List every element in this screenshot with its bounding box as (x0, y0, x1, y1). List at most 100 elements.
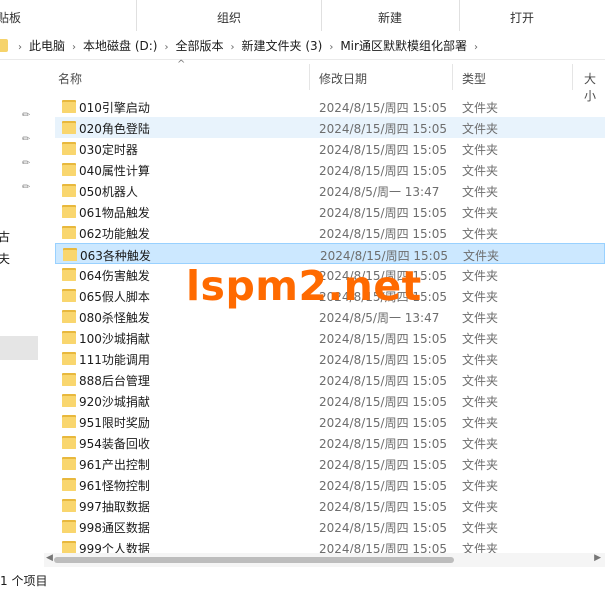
pin-icon[interactable]: ✏ (22, 110, 34, 122)
ribbon-divider (459, 0, 460, 31)
pin-icon[interactable]: ✏ (22, 158, 34, 170)
file-modified-date: 2024/8/15/周四 15:05 (319, 521, 447, 535)
file-name: 951限时奖励 (79, 416, 150, 430)
nav-item-label[interactable]: 古 (0, 228, 10, 245)
ribbon-group-new[interactable]: 新建 (378, 9, 402, 26)
folder-icon (62, 162, 76, 176)
file-modified-date: 2024/8/15/周四 15:05 (319, 416, 447, 430)
file-type: 文件夹 (463, 249, 500, 263)
chevron-right-icon[interactable]: › (329, 42, 333, 53)
column-header-name[interactable]: 名称 (58, 70, 82, 87)
file-row[interactable]: 920沙城捐献 2024/8/15/周四 15:05 文件夹 (55, 390, 605, 411)
file-name: 030定时器 (79, 143, 138, 157)
file-name: 888后台管理 (79, 374, 150, 388)
file-name: 020角色登陆 (79, 122, 150, 136)
file-modified-date: 2024/8/15/周四 15:05 (319, 374, 447, 388)
file-row[interactable]: 063各种触发 2024/8/15/周四 15:05 文件夹 (55, 243, 605, 264)
file-row[interactable]: 100沙城捐献 2024/8/15/周四 15:05 文件夹 (55, 327, 605, 348)
scroll-right-icon[interactable]: ▶ (594, 553, 601, 563)
file-name: 065假人脚本 (79, 290, 150, 304)
folder-icon (62, 498, 76, 512)
file-row[interactable]: 062功能触发 2024/8/15/周四 15:05 文件夹 (55, 222, 605, 243)
file-modified-date: 2024/8/15/周四 15:05 (319, 395, 447, 409)
file-name: 954装备回收 (79, 437, 150, 451)
breadcrumb-current-folder[interactable]: Mir通区默默模组化部署 (340, 37, 467, 54)
folder-icon (62, 120, 76, 134)
file-row[interactable]: 040属性计算 2024/8/15/周四 15:05 文件夹 (55, 159, 605, 180)
column-header-type[interactable]: 类型 (462, 70, 486, 87)
file-type: 文件夹 (462, 227, 499, 241)
file-row[interactable]: 030定时器 2024/8/15/周四 15:05 文件夹 (55, 138, 605, 159)
folder-icon (62, 309, 76, 323)
file-row[interactable]: 888后台管理 2024/8/15/周四 15:05 文件夹 (55, 369, 605, 390)
file-type: 文件夹 (462, 332, 499, 346)
file-name: 961怪物控制 (79, 479, 150, 493)
pin-icon[interactable]: ✏ (22, 182, 34, 194)
folder-icon (62, 414, 76, 428)
file-type: 文件夹 (462, 101, 499, 115)
file-row[interactable]: 951限时奖励 2024/8/15/周四 15:05 文件夹 (55, 411, 605, 432)
file-type: 文件夹 (462, 143, 499, 157)
file-modified-date: 2024/8/15/周四 15:05 (319, 353, 447, 367)
file-type: 文件夹 (462, 269, 499, 283)
chevron-right-icon[interactable]: › (231, 42, 235, 53)
column-header-modified[interactable]: 修改日期 (319, 70, 367, 87)
file-row[interactable]: 010引擎启动 2024/8/15/周四 15:05 文件夹 (55, 96, 605, 117)
folder-icon (62, 477, 76, 491)
file-row[interactable]: 961产出控制 2024/8/15/周四 15:05 文件夹 (55, 453, 605, 474)
file-modified-date: 2024/8/15/周四 15:05 (319, 458, 447, 472)
file-row[interactable]: 954装备回收 2024/8/15/周四 15:05 文件夹 (55, 432, 605, 453)
ribbon-group-clipboard[interactable]: 贴板 (0, 9, 21, 26)
breadcrumb: › 此电脑 › 本地磁盘 (D:) › 全部版本 › 新建文件夹 (3) › Mir通区默默模组化… (0, 37, 485, 54)
column-divider[interactable] (572, 64, 573, 90)
folder-icon (62, 267, 76, 281)
ribbon-group-organize[interactable]: 组织 (217, 9, 241, 26)
scroll-left-icon[interactable]: ◀ (46, 553, 53, 563)
breadcrumb-this-pc[interactable]: 此电脑 (29, 37, 65, 54)
file-type: 文件夹 (462, 353, 499, 367)
column-divider[interactable] (309, 64, 310, 90)
navigation-pane: ✏ ✏ ✏ ✏ 古 夫 (0, 60, 44, 570)
file-row[interactable]: 111功能调用 2024/8/15/周四 15:05 文件夹 (55, 348, 605, 369)
chevron-right-icon[interactable]: › (474, 42, 478, 53)
nav-item-label[interactable]: 夫 (0, 250, 10, 267)
file-modified-date: 2024/8/15/周四 15:05 (319, 143, 447, 157)
address-bar[interactable]: › 此电脑 › 本地磁盘 (D:) › 全部版本 › 新建文件夹 (3) › Mir通区默默模组化… (0, 31, 605, 60)
file-name: 920沙城捐献 (79, 395, 150, 409)
file-name: 064伤害触发 (79, 269, 150, 283)
chevron-right-icon[interactable]: › (164, 42, 168, 53)
chevron-right-icon[interactable]: › (18, 42, 22, 53)
breadcrumb-local-disk[interactable]: 本地磁盘 (D:) (83, 37, 157, 54)
file-row[interactable]: 961怪物控制 2024/8/15/周四 15:05 文件夹 (55, 474, 605, 495)
horizontal-scrollbar[interactable]: ◀ ▶ (44, 553, 605, 567)
file-type: 文件夹 (462, 521, 499, 535)
folder-icon (62, 225, 76, 239)
watermark: lspm2.net (186, 262, 422, 310)
file-name: 061物品触发 (79, 206, 150, 220)
file-row[interactable]: 998通区数据 2024/8/15/周四 15:05 文件夹 (55, 516, 605, 537)
file-type: 文件夹 (462, 185, 499, 199)
file-row[interactable]: 997抽取数据 2024/8/15/周四 15:05 文件夹 (55, 495, 605, 516)
file-row[interactable]: 050机器人 2024/8/5/周一 13:47 文件夹 (55, 180, 605, 201)
scrollbar-thumb[interactable] (54, 557, 454, 563)
breadcrumb-new-folder-3[interactable]: 新建文件夹 (3) (242, 37, 323, 54)
folder-icon (62, 141, 76, 155)
chevron-right-icon[interactable]: › (72, 42, 76, 53)
file-type: 文件夹 (462, 416, 499, 430)
file-name: 111功能调用 (79, 353, 150, 367)
file-name: 100沙城捐献 (79, 332, 150, 346)
breadcrumb-all-versions[interactable]: 全部版本 (175, 37, 223, 54)
pin-icon[interactable]: ✏ (22, 134, 34, 146)
ribbon-group-open[interactable]: 打开 (510, 9, 534, 26)
status-item-count: 1 个项目 (0, 574, 48, 588)
column-divider[interactable] (452, 64, 453, 90)
folder-icon (63, 247, 77, 261)
file-type: 文件夹 (462, 374, 499, 388)
file-row[interactable]: 061物品触发 2024/8/15/周四 15:05 文件夹 (55, 201, 605, 222)
nav-item-selected[interactable] (0, 336, 38, 360)
status-bar: 1 个项目 (0, 570, 605, 588)
folder-icon (62, 183, 76, 197)
file-row[interactable]: 020角色登陆 2024/8/15/周四 15:05 文件夹 (55, 117, 605, 138)
folder-icon (62, 435, 76, 449)
file-type: 文件夹 (462, 164, 499, 178)
